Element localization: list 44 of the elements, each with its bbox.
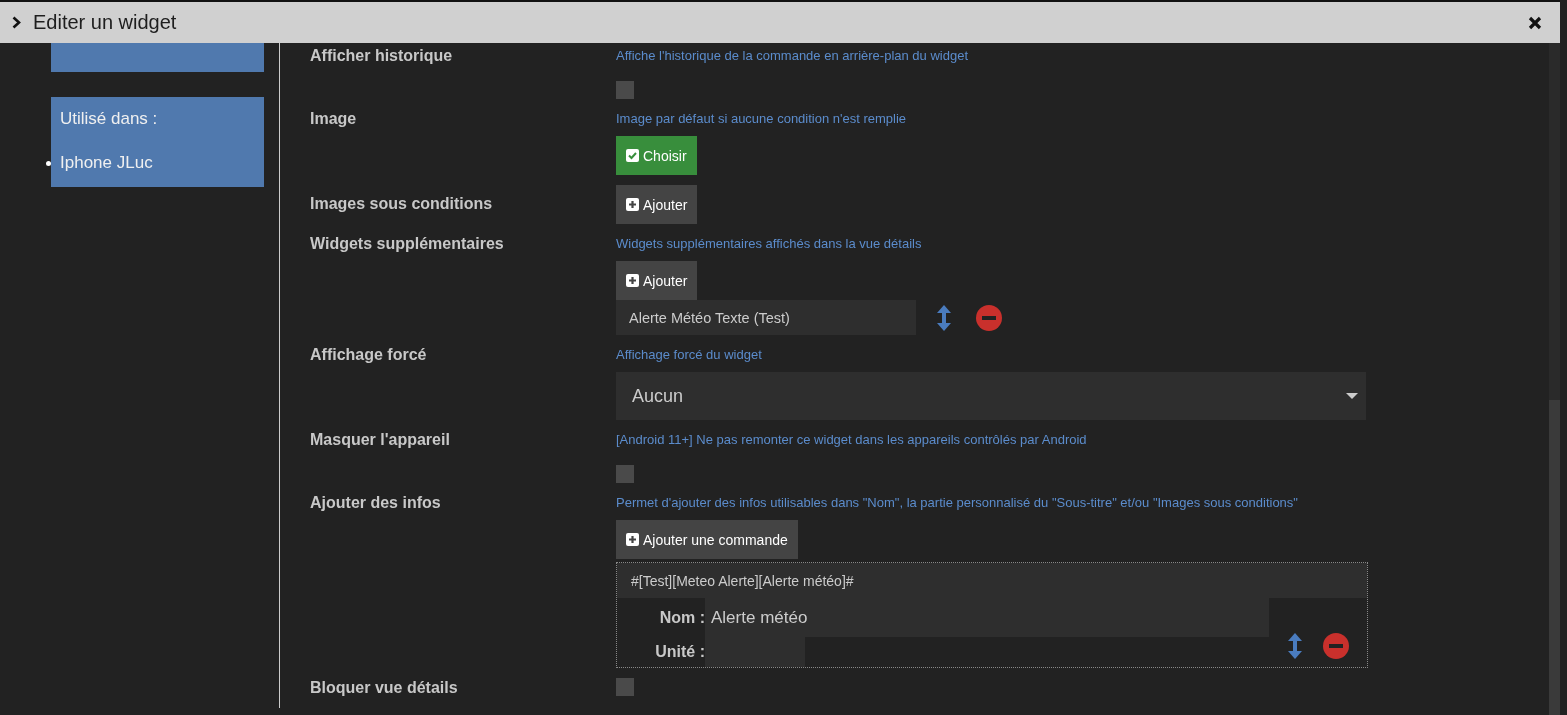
remove-icon[interactable] (976, 304, 1002, 331)
add-button[interactable]: Ajouter une commande (616, 520, 798, 559)
scrollbar-thumb[interactable] (1549, 400, 1560, 715)
caret-icon (1346, 393, 1358, 399)
plus-icon (626, 274, 639, 287)
dialog-title: Editer un widget (33, 11, 178, 34)
field-label: Nom : (658, 608, 705, 627)
field-label: Unité : (654, 643, 705, 661)
field-label: Afficher historique (310, 46, 454, 66)
field-label: Masquer l'appareil (310, 430, 451, 450)
plus-icon (626, 533, 639, 546)
checkbox[interactable] (616, 465, 634, 483)
up-down-arrow-icon[interactable] (1287, 633, 1303, 659)
field-label: Bloquer vue détails (310, 678, 459, 698)
add-button[interactable]: Ajouter (616, 261, 698, 300)
remove-icon[interactable] (1323, 633, 1349, 659)
up-down-arrow-icon[interactable] (936, 304, 952, 331)
field-label: Images sous conditions (310, 194, 494, 214)
checkbox[interactable] (616, 81, 634, 99)
choose-button[interactable]: Choisir (616, 136, 697, 175)
checkbox[interactable] (616, 678, 634, 696)
plus-icon (626, 198, 639, 211)
name-field[interactable]: Alerte météo (705, 598, 1269, 637)
select-field[interactable]: Aucun (616, 372, 1366, 420)
field-hint: [Android 11+] Ne pas remonter ce widget dans les appareils contrôlés par Android (616, 431, 1087, 449)
bullet-icon (46, 161, 51, 166)
field-label: Affichage forcé (310, 345, 428, 365)
field-hint: Affiche l'historique de la commande en arrière-plan du widget (616, 47, 968, 65)
field-hint: Affichage forcé du widget (616, 346, 762, 364)
close-icon[interactable] (1528, 15, 1542, 30)
widget-item: Alerte Météo Texte (Test) (616, 300, 916, 335)
unit-field[interactable] (705, 637, 805, 667)
chevron-icon[interactable] (12, 16, 21, 29)
command-path: #[Test][Meteo Alerte][Alerte météo]# (617, 563, 1367, 598)
add-button[interactable]: Ajouter (616, 185, 698, 224)
field-hint: Image par défaut si aucune condition n'est remplie (616, 110, 907, 128)
checkbox-icon (626, 149, 639, 162)
used-in-item[interactable]: Iphone JLuc (60, 153, 153, 172)
field-hint: Permet d'ajouter des infos utilisables dans "Nom", la partie personnalisé du "Sous-titre" et/ou "Images sous conditions" (616, 494, 1298, 512)
field-label: Widgets supplémentaires (310, 234, 505, 254)
field-hint: Widgets supplémentaires affichés dans la vue détails (616, 235, 922, 253)
field-label: Ajouter des infos (310, 493, 442, 513)
field-label: Image (310, 109, 358, 129)
used-in-label: Utilisé dans : (60, 109, 159, 129)
